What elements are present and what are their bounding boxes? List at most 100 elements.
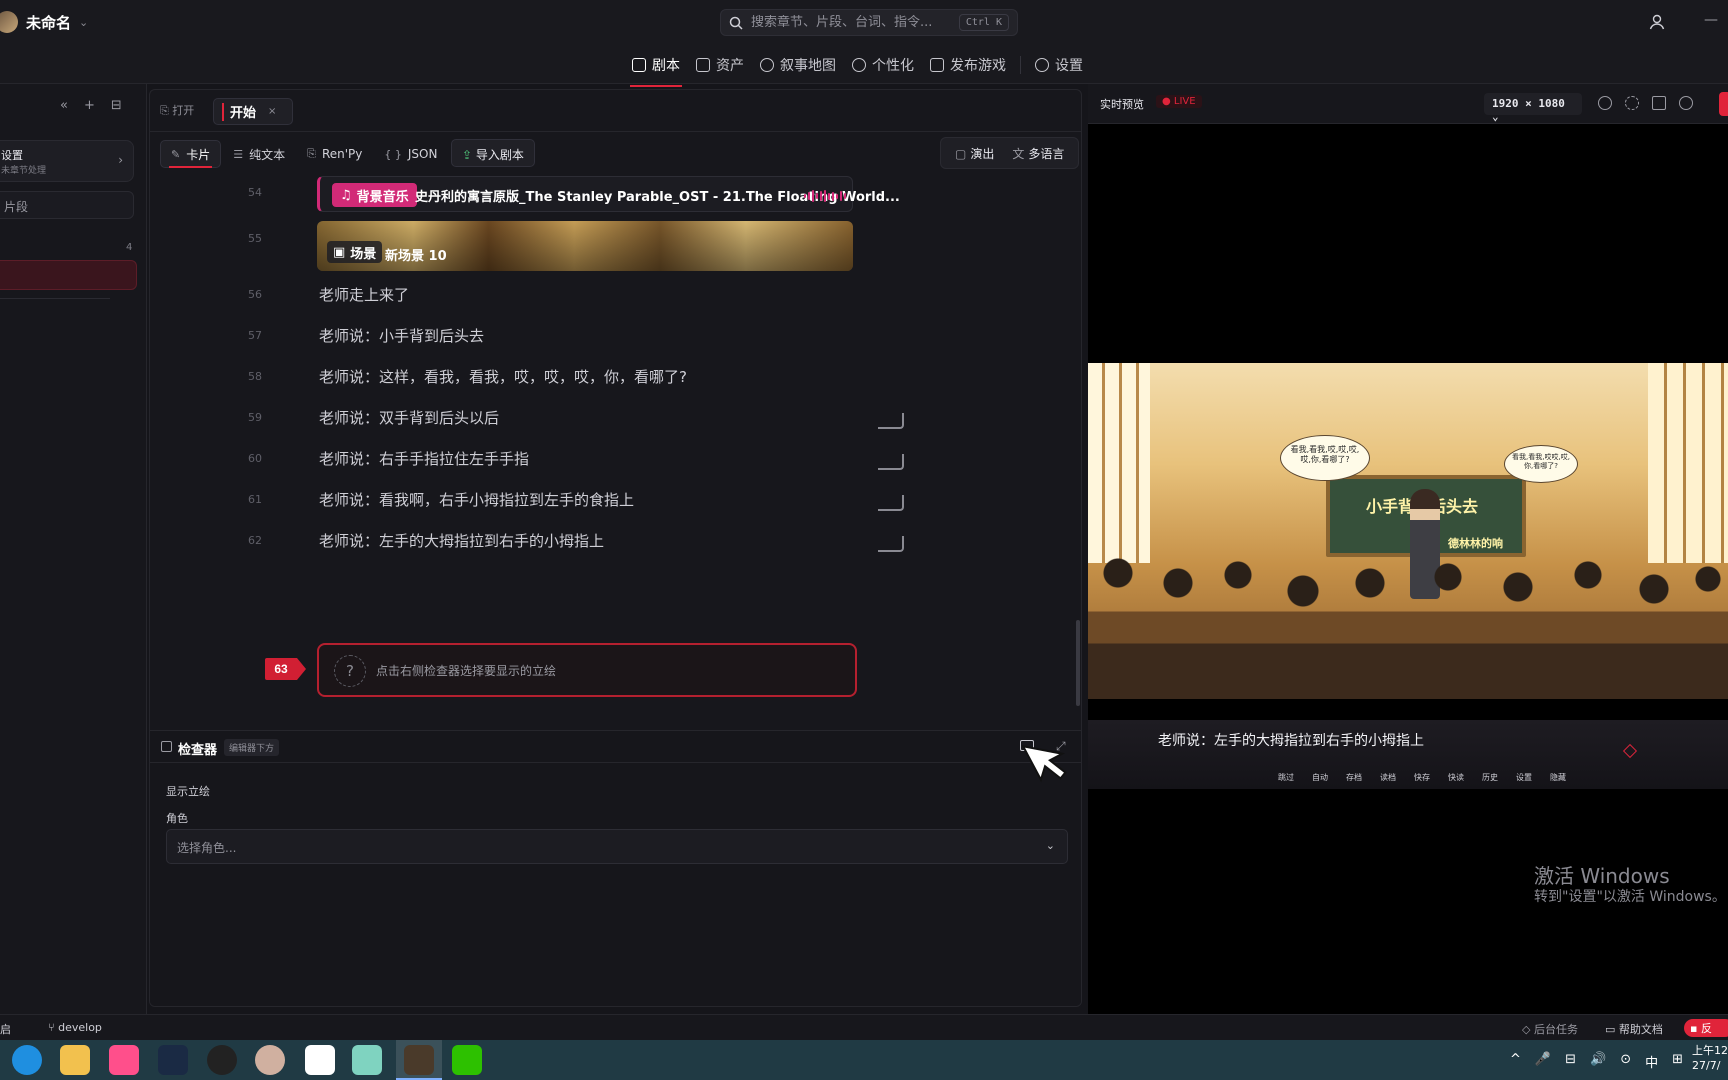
menu-save[interactable]: 存档 bbox=[1346, 772, 1362, 783]
show-sprite-card[interactable]: ? 点击右侧检查器选择要显示的立绘 bbox=[317, 643, 857, 697]
nav-settings[interactable]: 设置 bbox=[1027, 52, 1091, 78]
wechat-icon[interactable] bbox=[452, 1045, 482, 1075]
clock[interactable]: 上午12 27/7/ bbox=[1692, 1043, 1728, 1074]
language-button[interactable]: 文多语言 bbox=[1004, 141, 1072, 166]
waveform-icon bbox=[804, 190, 846, 202]
monitor-icon[interactable] bbox=[1652, 96, 1666, 110]
network-icon[interactable]: ⊟ bbox=[1565, 1052, 1576, 1071]
music-icon[interactable] bbox=[109, 1045, 139, 1075]
dialogue-line[interactable]: 老师说：左手的大拇指拉到右手的小拇指上 bbox=[319, 530, 604, 551]
feedback-button[interactable]: ▪ 反 bbox=[1684, 1019, 1728, 1037]
clock-time: 上午12 bbox=[1692, 1044, 1728, 1057]
chevron-down-icon: ⌄ bbox=[79, 15, 89, 29]
game-icon[interactable] bbox=[404, 1045, 434, 1075]
menu-hide[interactable]: 隐藏 bbox=[1550, 772, 1566, 783]
global-search[interactable]: Ctrl K bbox=[720, 9, 1018, 36]
gear-icon[interactable] bbox=[1679, 96, 1693, 110]
nav-story-map[interactable]: 叙事地图 bbox=[752, 52, 844, 78]
scrollbar[interactable] bbox=[1076, 620, 1080, 706]
dialogue-box: 老师说：左手的大拇指拉到右手的小拇指上 跳过 自动 存档 读档 快存 快读 历史… bbox=[1088, 720, 1728, 789]
microphone-icon[interactable]: 🎤 bbox=[1535, 1052, 1551, 1071]
git-branch[interactable]: ⑂ develop bbox=[48, 1021, 102, 1034]
role-select[interactable]: 选择角色... ⌄ bbox=[166, 829, 1068, 864]
sidebar-toolbar: « + ⊟ bbox=[60, 98, 122, 113]
dialogue-line[interactable]: 老师说：看我啊，右手小拇指拉到左手的食指上 bbox=[319, 489, 634, 510]
bgm-card[interactable]: ♫ 背景音乐 史丹利的寓言原版_The Stanley Parable_OST -… bbox=[317, 176, 900, 212]
edge-icon[interactable] bbox=[12, 1045, 42, 1075]
voice-bracket-icon[interactable] bbox=[878, 536, 904, 552]
mode-card[interactable]: ✎ 卡片 bbox=[160, 140, 222, 168]
tab-start[interactable]: 开始 × bbox=[213, 98, 293, 125]
collapse-icon[interactable]: « bbox=[60, 98, 68, 113]
mode-json[interactable]: { } JSON bbox=[374, 140, 447, 168]
background-tasks[interactable]: ◇ 后台任务 bbox=[1522, 1021, 1578, 1037]
help-docs[interactable]: ▭ 帮助文档 bbox=[1605, 1021, 1663, 1037]
sidebar-item-active[interactable] bbox=[0, 260, 137, 290]
chapter-settings-card[interactable]: 设置 未章节处理 › bbox=[0, 140, 134, 182]
layout-icon[interactable]: ⊟ bbox=[111, 98, 122, 113]
resolution-value: 1920 × 1080 bbox=[1492, 97, 1565, 110]
music-icon: ♫ bbox=[340, 187, 352, 203]
menu-history[interactable]: 历史 bbox=[1482, 772, 1498, 783]
resolution-select[interactable]: 1920 × 1080 ⌄ bbox=[1484, 93, 1582, 123]
user-icon[interactable] bbox=[1648, 13, 1666, 31]
file-icon: ⎘ bbox=[307, 147, 316, 160]
notes-icon[interactable] bbox=[352, 1045, 382, 1075]
bgm-badge: ♫ 背景音乐 bbox=[332, 183, 417, 207]
game-scene: 小手背到后头去 德林林的响 看我,看我,哎,哎,哎,哎,你,看哪了? 看我,看我… bbox=[1088, 363, 1728, 699]
chevron-right-icon: › bbox=[118, 153, 123, 167]
dialogue-line[interactable]: 老师说：小手背到后头去 bbox=[319, 325, 484, 346]
files-icon[interactable] bbox=[60, 1045, 90, 1075]
voice-bracket-icon[interactable] bbox=[878, 454, 904, 470]
nav-assets[interactable]: 资产 bbox=[688, 52, 752, 78]
tray-expand-icon[interactable]: ^ bbox=[1510, 1052, 1521, 1071]
obs-icon[interactable] bbox=[207, 1045, 237, 1075]
segment-filter[interactable]: 片段 bbox=[0, 191, 134, 219]
docs-label: 帮助文档 bbox=[1618, 1023, 1663, 1036]
list-icon: ☰ bbox=[233, 147, 244, 161]
dialogue-line[interactable]: 老师说：双手背到后头以后 bbox=[319, 407, 499, 428]
status-bar: 启 ⑂ develop ◇ 后台任务 ▭ 帮助文档 ▪ 反 bbox=[0, 1014, 1728, 1040]
menu-quicksave[interactable]: 快存 bbox=[1414, 772, 1430, 783]
tab-open[interactable]: ⎘ 打开 bbox=[160, 102, 194, 118]
scene-card[interactable]: ▣ 场景 新场景 10 bbox=[317, 221, 853, 271]
mode-plain-text[interactable]: ☰ 纯文本 bbox=[223, 140, 295, 168]
line-number: 63 bbox=[274, 662, 288, 676]
nav-personalize[interactable]: 个性化 bbox=[844, 52, 922, 78]
camera-icon[interactable]: ⊙ bbox=[1620, 1052, 1631, 1071]
import-script-button[interactable]: ⇪ 导入剧本 bbox=[451, 139, 535, 167]
steam-icon[interactable] bbox=[158, 1045, 188, 1075]
menu-load[interactable]: 读档 bbox=[1380, 772, 1396, 783]
import-icon: ⇪ bbox=[462, 148, 473, 162]
close-icon[interactable]: × bbox=[268, 106, 276, 117]
dialogue-line[interactable]: 老师说：这样，看我，看我，哎，哎，哎，你，看哪了? bbox=[319, 366, 687, 387]
search-input[interactable] bbox=[751, 15, 951, 30]
minimize-button[interactable]: — bbox=[1704, 12, 1722, 30]
record-button[interactable] bbox=[1719, 92, 1728, 116]
branch-icon bbox=[760, 58, 774, 72]
dock-badge[interactable]: 编辑器下方 bbox=[224, 739, 280, 756]
capcut-icon[interactable] bbox=[305, 1045, 335, 1075]
ime-mode-icon[interactable]: ⊞ bbox=[1672, 1052, 1683, 1071]
dialogue-line[interactable]: 老师说：右手手指拉住左手手指 bbox=[319, 448, 529, 469]
ime-indicator[interactable]: 中 bbox=[1645, 1052, 1658, 1071]
voice-bracket-icon[interactable] bbox=[878, 413, 904, 429]
mode-renpy[interactable]: ⎘ Ren'Py bbox=[297, 140, 372, 168]
project-switcher[interactable]: 未命名 ⌄ bbox=[0, 8, 88, 36]
refresh-icon[interactable] bbox=[1625, 96, 1639, 110]
perform-button[interactable]: ▢ 演出 bbox=[947, 141, 1002, 166]
target-icon[interactable] bbox=[1598, 96, 1612, 110]
menu-auto[interactable]: 自动 bbox=[1312, 772, 1328, 783]
dialogue-line[interactable]: 老师走上来了 bbox=[319, 284, 409, 305]
avatar-app-icon[interactable] bbox=[255, 1045, 285, 1075]
nav-label: 设置 bbox=[1055, 58, 1083, 74]
nav-script[interactable]: 剧本 bbox=[624, 52, 688, 87]
menu-settings[interactable]: 设置 bbox=[1516, 772, 1532, 783]
add-icon[interactable]: + bbox=[84, 98, 95, 113]
nav-publish[interactable]: 发布游戏 bbox=[922, 52, 1014, 78]
menu-skip[interactable]: 跳过 bbox=[1278, 772, 1294, 783]
volume-icon[interactable]: 🔊 bbox=[1590, 1052, 1606, 1071]
tab-accent bbox=[222, 102, 224, 121]
menu-quickload[interactable]: 快读 bbox=[1448, 772, 1464, 783]
voice-bracket-icon[interactable] bbox=[878, 495, 904, 511]
